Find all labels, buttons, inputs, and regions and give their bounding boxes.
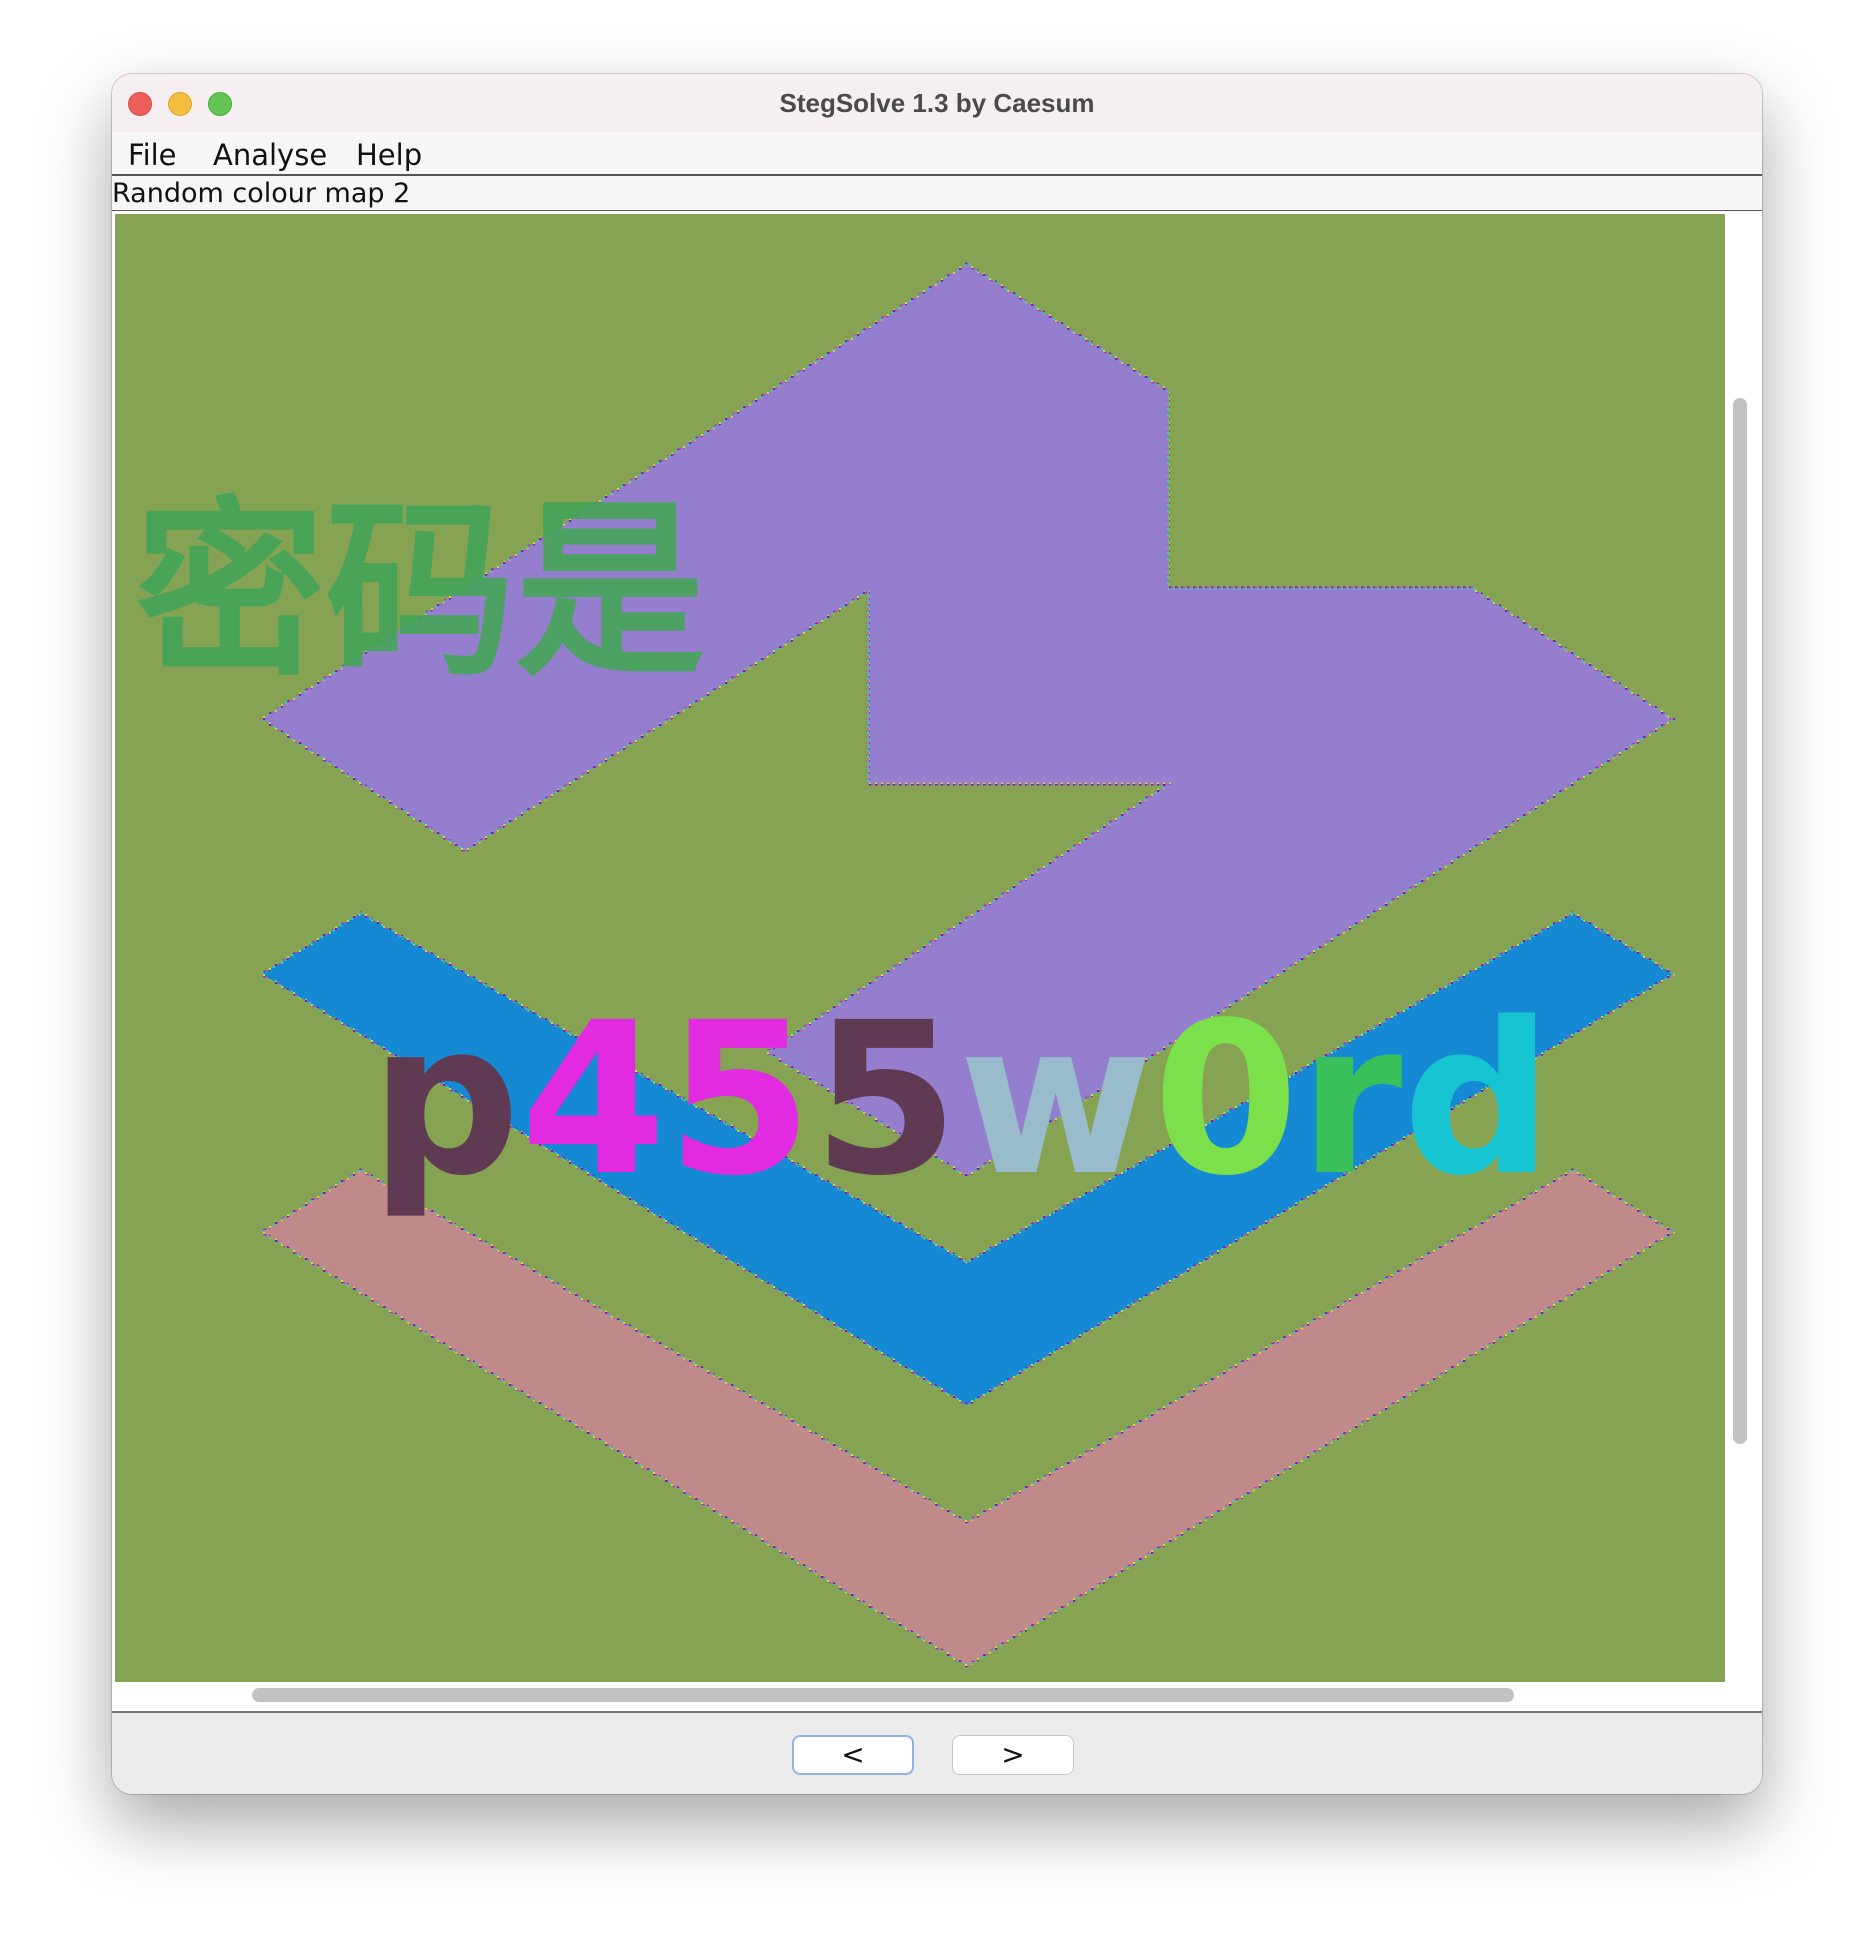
password-char: 5 [666,977,812,1222]
plane-status-bar: Random colour map 2 [112,176,1762,212]
password-char: r [1299,977,1403,1222]
password-char: d [1402,977,1552,1222]
previous-plane-button[interactable]: < [792,1735,914,1775]
hidden-text-password: p455w0rd [370,977,1553,1222]
menu-file[interactable]: File [128,138,177,172]
horizontal-scrollbar[interactable] [252,1688,1514,1702]
password-char: 4 [520,977,666,1222]
vertical-scrollbar[interactable] [1733,398,1747,1444]
menu-bar: File Analyse Help [112,132,1762,176]
plane-label: Random colour map 2 [112,178,411,209]
hidden-text-chinese: 密码是 [135,481,705,702]
password-char: p [370,977,520,1222]
password-char: w [959,977,1153,1222]
next-plane-button[interactable]: > [952,1735,1074,1775]
window-title: StegSolve 1.3 by Caesum [779,88,1095,118]
password-char: 0 [1153,977,1299,1222]
menu-help[interactable]: Help [356,138,422,172]
password-char: 5 [813,977,959,1222]
menu-analyse[interactable]: Analyse [213,138,327,172]
navigation-bar: < > [112,1713,1762,1794]
image-viewport[interactable]: 密码是 p455w0rd [112,211,1762,1713]
title-bar: StegSolve 1.3 by Caesum [112,74,1762,133]
stego-image: 密码是 p455w0rd [115,214,1725,1682]
stegsolve-window: StegSolve 1.3 by Caesum File Analyse Hel… [112,74,1762,1794]
